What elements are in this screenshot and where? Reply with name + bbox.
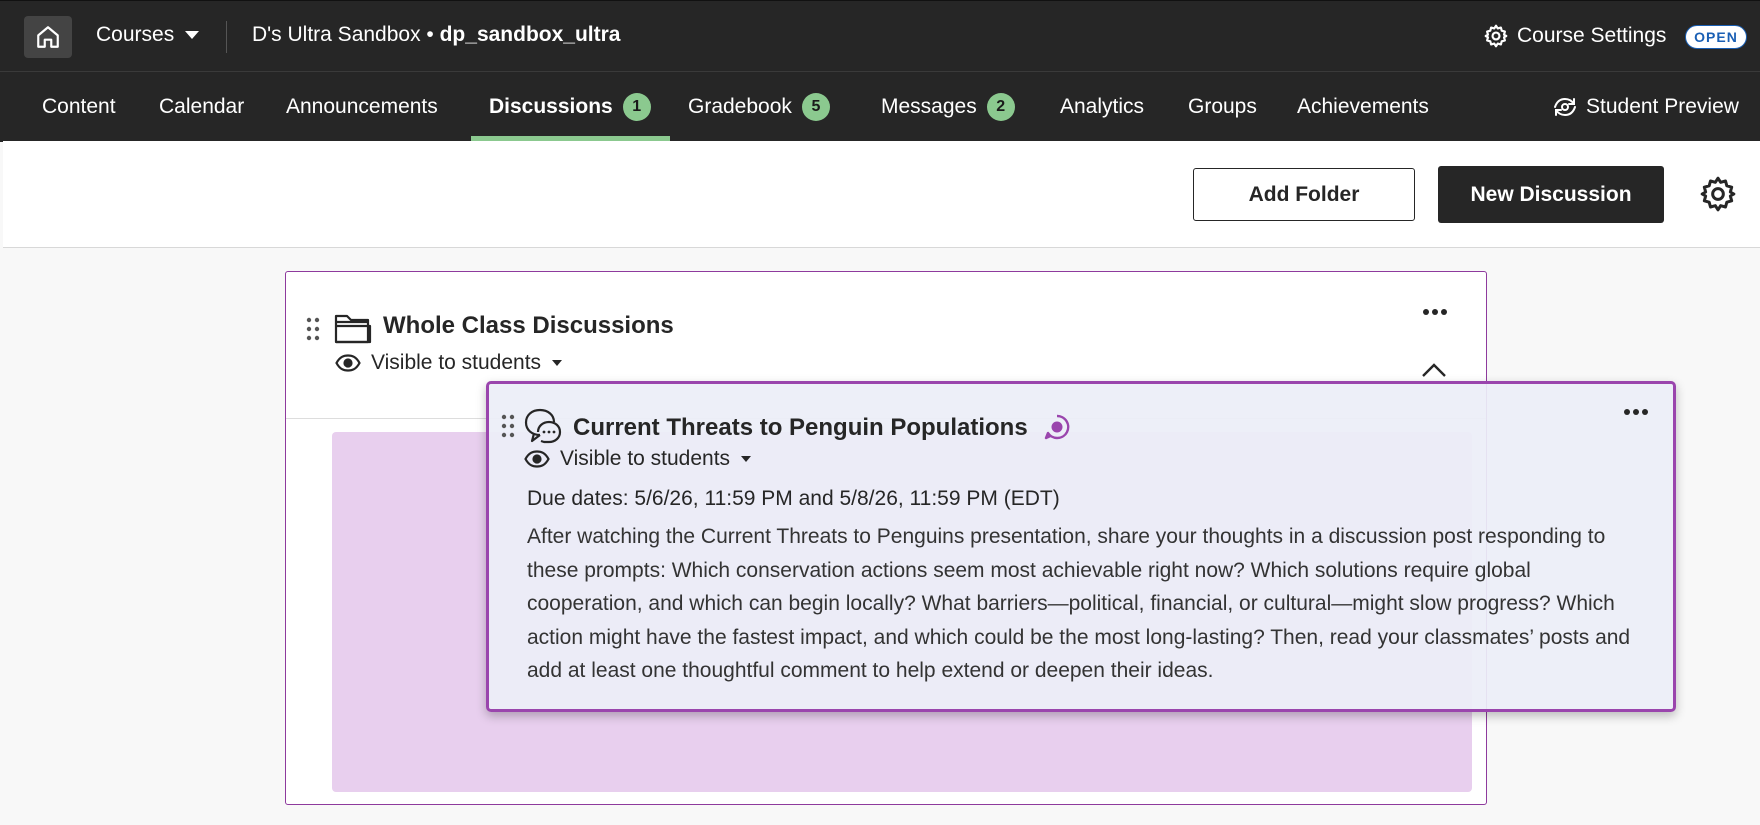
course-title: D's Ultra Sandbox • dp_sandbox_ultra <box>252 23 620 47</box>
course-nav: Content Calendar Announcements Discussio… <box>0 71 1760 142</box>
discussion-title[interactable]: Current Threats to Penguin Populations <box>573 414 1028 442</box>
course-settings-label: Course Settings <box>1517 24 1667 47</box>
tab-label: Achievements <box>1297 95 1429 118</box>
due-dates: Due dates: 5/6/26, 11:59 PM and 5/8/26, … <box>527 487 1060 510</box>
tab-content[interactable]: Content <box>42 72 116 142</box>
home-icon <box>37 26 59 48</box>
tab-messages[interactable]: Messages 2 <box>881 72 1015 142</box>
count-badge: 2 <box>986 93 1015 121</box>
tab-label: Analytics <box>1060 95 1145 118</box>
top-bar: Courses D's Ultra Sandbox • dp_sandbox_u… <box>0 0 1760 72</box>
tab-label: Calendar <box>159 95 245 118</box>
add-folder-button[interactable]: Add Folder <box>1193 168 1415 221</box>
course-name-text: D's Ultra Sandbox • <box>252 23 440 46</box>
course-settings-link[interactable]: Course Settings <box>1483 23 1666 49</box>
collapse-folder-button[interactable] <box>1421 362 1447 378</box>
folder-title[interactable]: Whole Class Discussions <box>383 312 674 340</box>
new-discussion-button[interactable]: New Discussion <box>1438 166 1664 223</box>
discussion-card[interactable]: Current Threats to Penguin Populations V… <box>486 381 1676 712</box>
home-button[interactable] <box>24 16 72 58</box>
divider <box>226 21 227 53</box>
tab-discussions[interactable]: Discussions 1 <box>489 72 651 142</box>
tab-calendar[interactable]: Calendar <box>159 72 244 142</box>
folder-icon <box>334 312 372 344</box>
drag-handle-icon <box>306 317 320 341</box>
tab-label: Content <box>42 95 116 118</box>
course-status-badge: OPEN <box>1685 25 1747 49</box>
gear-icon <box>1700 176 1736 212</box>
visibility-label: Visible to students <box>371 351 542 374</box>
caret-down-icon <box>552 360 563 366</box>
discussion-description: After watching the Current Threats to Pe… <box>527 525 1631 683</box>
student-preview-label: Student Preview <box>1586 95 1739 118</box>
discussion-settings-button[interactable] <box>1698 174 1738 214</box>
participation-icon <box>1044 414 1070 440</box>
preview-icon <box>1554 97 1576 117</box>
visibility-label: Visible to students <box>560 447 731 470</box>
eye-icon <box>524 450 550 468</box>
course-id: dp_sandbox_ultra <box>439 23 621 46</box>
caret-down-icon <box>185 31 200 39</box>
tab-analytics[interactable]: Analytics <box>1060 72 1144 142</box>
caret-down-icon <box>741 456 752 462</box>
count-badge: 5 <box>801 93 830 121</box>
tab-label: Announcements <box>286 95 438 118</box>
courses-label: Courses <box>96 23 175 46</box>
folder-more-options[interactable] <box>1422 308 1448 316</box>
courses-menu[interactable]: Courses <box>96 23 200 47</box>
drag-handle[interactable] <box>306 317 320 341</box>
folder-visibility-menu[interactable]: Visible to students <box>335 351 563 375</box>
chevron-up-icon <box>1422 363 1446 377</box>
tab-label: Discussions <box>489 95 613 118</box>
tab-achievements[interactable]: Achievements <box>1297 72 1429 142</box>
drag-handle[interactable] <box>501 414 515 438</box>
tab-label: Groups <box>1188 95 1257 118</box>
eye-icon <box>335 354 361 372</box>
discussion-visibility-menu[interactable]: Visible to students <box>524 447 752 471</box>
discussion-more-options[interactable] <box>1623 408 1649 416</box>
tab-gradebook[interactable]: Gradebook 5 <box>688 72 830 142</box>
tab-label: Messages <box>881 95 977 118</box>
student-preview-button[interactable]: Student Preview <box>1552 72 1739 142</box>
gear-icon <box>1484 24 1508 48</box>
drag-handle-icon <box>501 414 515 438</box>
count-badge: 1 <box>622 93 651 121</box>
page-toolbar: Add Folder New Discussion <box>3 141 1760 248</box>
tab-groups[interactable]: Groups <box>1188 72 1257 142</box>
discussion-icon <box>524 408 562 444</box>
more-options-icon <box>1423 309 1447 315</box>
tab-label: Gradebook <box>688 95 792 118</box>
more-options-icon <box>1624 409 1648 415</box>
tab-announcements[interactable]: Announcements <box>286 72 438 142</box>
